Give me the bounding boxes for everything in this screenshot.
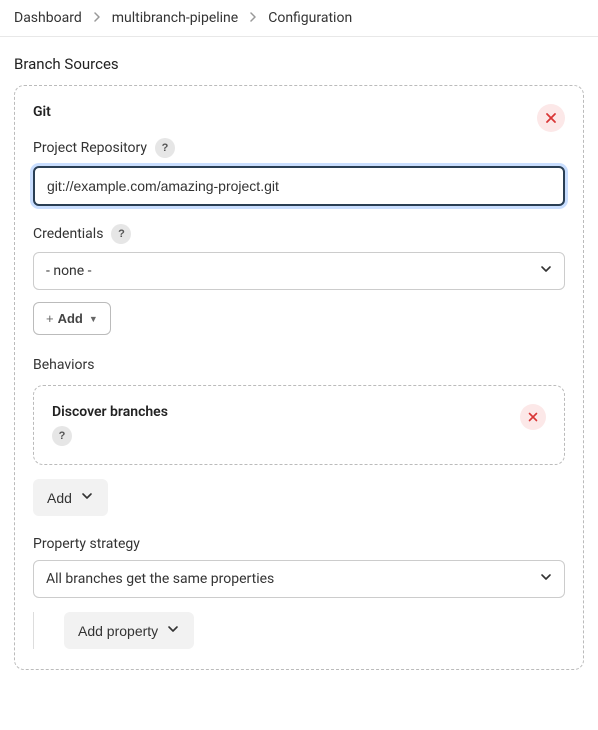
plus-icon: + <box>46 311 54 326</box>
credentials-select[interactable]: - none - <box>33 252 565 290</box>
chevron-right-icon <box>88 11 106 25</box>
close-icon <box>544 111 558 125</box>
help-icon[interactable]: ? <box>155 138 175 158</box>
add-behavior-label: Add <box>47 490 72 506</box>
section-title: Branch Sources <box>0 37 598 85</box>
remove-source-button[interactable] <box>537 104 565 132</box>
remove-behavior-button[interactable] <box>520 404 546 430</box>
add-property-button[interactable]: Add property <box>64 612 194 649</box>
close-icon <box>527 411 539 423</box>
behaviors-label: Behaviors <box>33 357 565 373</box>
behavior-title: Discover branches <box>52 404 168 420</box>
source-title: Git <box>33 104 51 120</box>
source-panel: Git Project Repository ? Credentials ? -… <box>14 85 584 670</box>
chevron-down-icon <box>166 622 180 639</box>
breadcrumb-configuration[interactable]: Configuration <box>268 10 352 26</box>
caret-down-icon: ▼ <box>89 314 98 324</box>
breadcrumb-pipeline[interactable]: multibranch-pipeline <box>112 10 239 26</box>
chevron-down-icon <box>80 489 94 506</box>
property-strategy-select[interactable]: All branches get the same properties <box>33 560 565 598</box>
add-credentials-label: Add <box>58 311 83 326</box>
property-strategy-label: Property strategy <box>33 536 565 552</box>
behavior-panel: Discover branches ? <box>33 385 565 465</box>
help-icon[interactable]: ? <box>111 224 131 244</box>
chevron-right-icon <box>244 11 262 25</box>
repository-input[interactable] <box>33 166 565 206</box>
repository-label: Project Repository <box>33 140 147 156</box>
help-icon[interactable]: ? <box>52 426 72 446</box>
breadcrumb: Dashboard multibranch-pipeline Configura… <box>0 0 598 37</box>
add-behavior-button[interactable]: Add <box>33 479 108 516</box>
credentials-label: Credentials <box>33 226 103 242</box>
add-credentials-button[interactable]: + Add ▼ <box>33 302 111 335</box>
breadcrumb-dashboard[interactable]: Dashboard <box>14 10 82 26</box>
add-property-label: Add property <box>78 623 158 639</box>
